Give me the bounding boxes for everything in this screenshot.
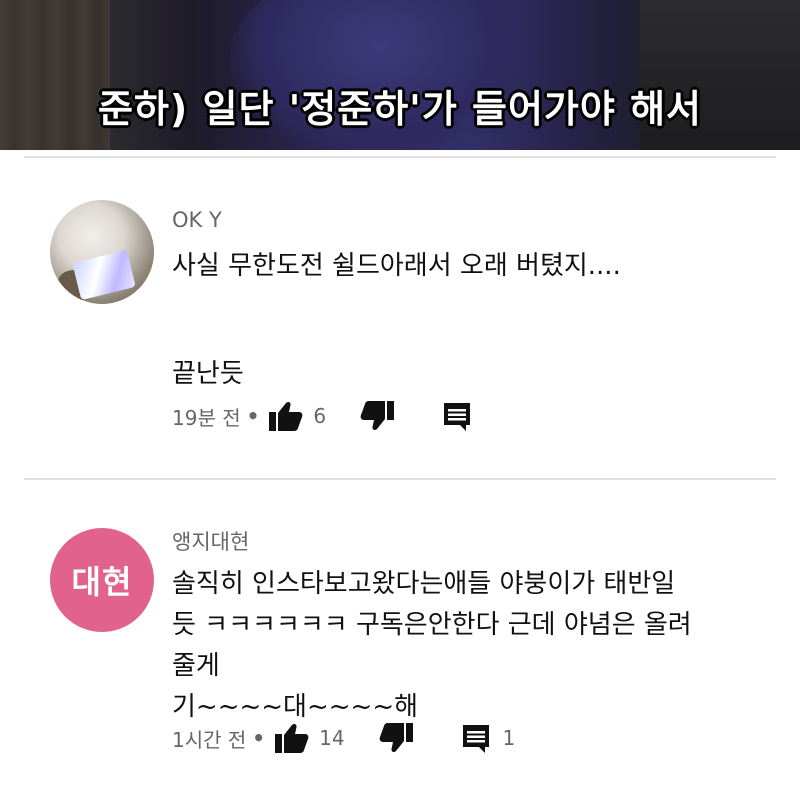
thumbs-up-icon[interactable] xyxy=(269,401,303,431)
comment-text: 솔직히 인스타보고왔다는애들 야붕이가 태반일 듯 ㅋㅋㅋㅋㅋㅋ 구독은안한다 … xyxy=(172,564,752,728)
comment-time: 1시간 전 xyxy=(172,727,247,752)
like-count: 14 xyxy=(319,726,345,750)
comment-time: 19분 전 xyxy=(172,405,241,430)
reply-count[interactable]: 1 xyxy=(503,726,516,750)
avatar-initials: 대현 xyxy=(71,563,133,601)
video-subtitle: 준하) 일단 '정준하'가 들어가야 해서 xyxy=(98,87,702,131)
avatar[interactable]: 대현 xyxy=(50,528,154,632)
comment-icon[interactable] xyxy=(442,401,472,431)
comment-text: 끝난듯 xyxy=(172,359,244,389)
like-count: 6 xyxy=(313,404,327,428)
comment-actions: 1시간 전 • 14 1 xyxy=(172,720,515,756)
divider xyxy=(24,478,776,480)
divider xyxy=(24,156,776,158)
comment-author[interactable]: 앵지대현 xyxy=(172,526,249,556)
comment-text-line: 줄게 xyxy=(172,651,220,681)
comment-author[interactable]: OK Y xyxy=(172,208,222,232)
comment-actions: 19분 전 • 6 xyxy=(172,398,472,434)
thumbs-down-icon[interactable] xyxy=(379,723,413,753)
avatar[interactable] xyxy=(50,200,154,304)
comment-text: 사실 무한도전 쉴드아래서 오래 버텼지.... xyxy=(172,251,621,281)
comment-icon[interactable] xyxy=(461,723,491,753)
separator-dot: • xyxy=(246,404,260,428)
separator-dot: • xyxy=(252,726,266,750)
comment-text-line: 듯 ㅋㅋㅋㅋㅋㅋ 구독은안한다 근데 야념은 올려 xyxy=(172,610,692,640)
video-player[interactable]: 준하) 일단 '정준하'가 들어가야 해서 xyxy=(0,0,800,150)
thumbs-down-icon[interactable] xyxy=(360,401,395,431)
comment-text-line: 솔직히 인스타보고왔다는애들 야붕이가 태반일 xyxy=(172,569,676,599)
thumbs-up-icon[interactable] xyxy=(275,723,309,753)
